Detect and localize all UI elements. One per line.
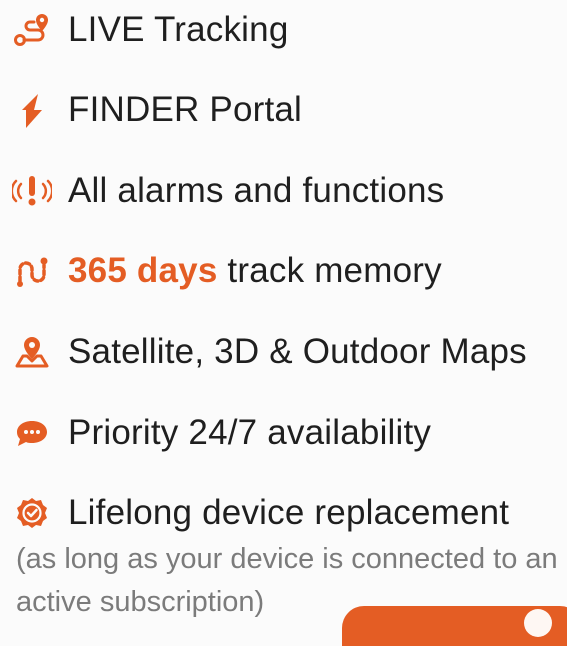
support-chat-icon [12, 413, 52, 453]
feature-label: All alarms and functions [68, 171, 445, 210]
cta-button-icon [524, 609, 552, 637]
route-pin-icon [12, 10, 52, 50]
feature-maps: Satellite, 3D & Outdoor Maps [0, 326, 567, 386]
feature-label-rest: track memory [217, 251, 442, 290]
feature-finder-portal: FINDER Portal [0, 84, 567, 144]
feature-label: Satellite, 3D & Outdoor Maps [68, 332, 527, 371]
feature-availability: Priority 24/7 availability [0, 407, 567, 467]
portal-logo-icon [12, 90, 52, 130]
feature-label: 365 days track memory [68, 249, 442, 293]
feature-track-memory: 365 days track memory [0, 245, 567, 305]
feature-label: Lifelong device replacement [68, 493, 510, 532]
feature-label: Priority 24/7 availability [68, 413, 432, 452]
badge-check-icon [12, 493, 52, 533]
alarm-icon [12, 171, 52, 211]
cta-button[interactable] [342, 606, 567, 646]
feature-label: FINDER Portal [68, 90, 303, 129]
map-pin-icon [12, 332, 52, 372]
feature-alarms: All alarms and functions [0, 165, 567, 225]
feature-live-tracking: LIVE Tracking [0, 4, 567, 64]
feature-highlight: 365 days [68, 251, 218, 290]
track-memory-icon [12, 251, 52, 291]
feature-label: LIVE Tracking [68, 10, 289, 49]
